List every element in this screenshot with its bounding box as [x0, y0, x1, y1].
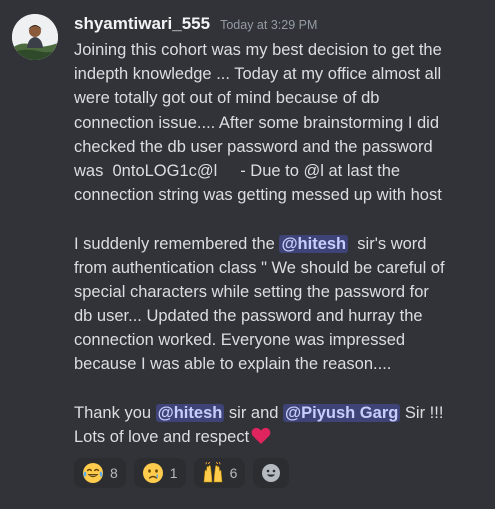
add-reaction-smiley-icon [262, 464, 281, 482]
message-line: Thank you @hitesh sir and @Piyush Garg S… [74, 401, 489, 425]
user-avatar[interactable] [12, 14, 58, 60]
message-line: connection worked. Everyone was impresse… [74, 331, 406, 350]
message-line: because I was able to explain the reason… [74, 355, 392, 374]
raising-hands-emoji-icon [203, 462, 222, 483]
message-line: checked the db user password and the pas… [74, 137, 433, 156]
message-text: I suddenly remembered the [74, 234, 280, 253]
message-content: Joining this cohort was my best decision… [74, 38, 489, 449]
message-text: Sir !!! [400, 403, 444, 422]
message-line: connection issue.... After some brainsto… [74, 113, 440, 132]
chat-message: shyamtiwari_555 Today at 3:29 PM Joining… [0, 0, 495, 509]
reaction-crying-face[interactable]: 1 [133, 458, 186, 488]
add-reaction-button[interactable] [253, 458, 290, 488]
message-line: from authentication class " We should be… [74, 258, 445, 277]
red-heart-emoji-icon [251, 427, 271, 444]
message-timestamp: Today at 3:29 PM [220, 18, 318, 32]
message-text: sir's word [348, 234, 427, 253]
message-line: was 0ntoLOG1c@l - Due to @l at last the [74, 161, 401, 180]
user-mention-piyush-garg[interactable]: @Piyush Garg [283, 403, 401, 422]
reaction-bar: 8 1 6 [74, 458, 290, 488]
author-username[interactable]: shyamtiwari_555 [74, 14, 210, 34]
message-line: Lots of love and respect [74, 425, 489, 449]
message-line: indepth knowledge ... Today at my office… [74, 65, 442, 84]
avatar-photo-icon [12, 14, 58, 60]
reaction-raising-hands[interactable]: 6 [193, 458, 246, 488]
message-line: connection string was getting messed up … [74, 186, 442, 205]
reaction-count: 1 [169, 465, 178, 481]
message-line: Joining this cohort was my best decision… [74, 41, 442, 59]
message-text: Thank you [74, 403, 156, 422]
user-mention-hitesh[interactable]: @hitesh [155, 403, 225, 422]
message-line: special characters while setting the pas… [74, 282, 429, 301]
message-text: sir and [224, 403, 284, 422]
message-line: were totally got out of mind because of … [74, 89, 380, 108]
message-text: Lots of love and respect [74, 428, 250, 446]
joy-emoji-icon [83, 463, 103, 483]
user-mention-hitesh[interactable]: @hitesh [279, 234, 349, 253]
message-line: db user... Updated the password and hurr… [74, 307, 423, 326]
reaction-count: 6 [229, 465, 238, 481]
crying-face-emoji-icon [142, 463, 163, 483]
reaction-joy[interactable]: 8 [74, 458, 126, 488]
message-line: I suddenly remembered the @hitesh sir's … [74, 232, 489, 256]
reaction-count: 8 [110, 465, 118, 481]
message-header: shyamtiwari_555 Today at 3:29 PM [74, 14, 317, 36]
